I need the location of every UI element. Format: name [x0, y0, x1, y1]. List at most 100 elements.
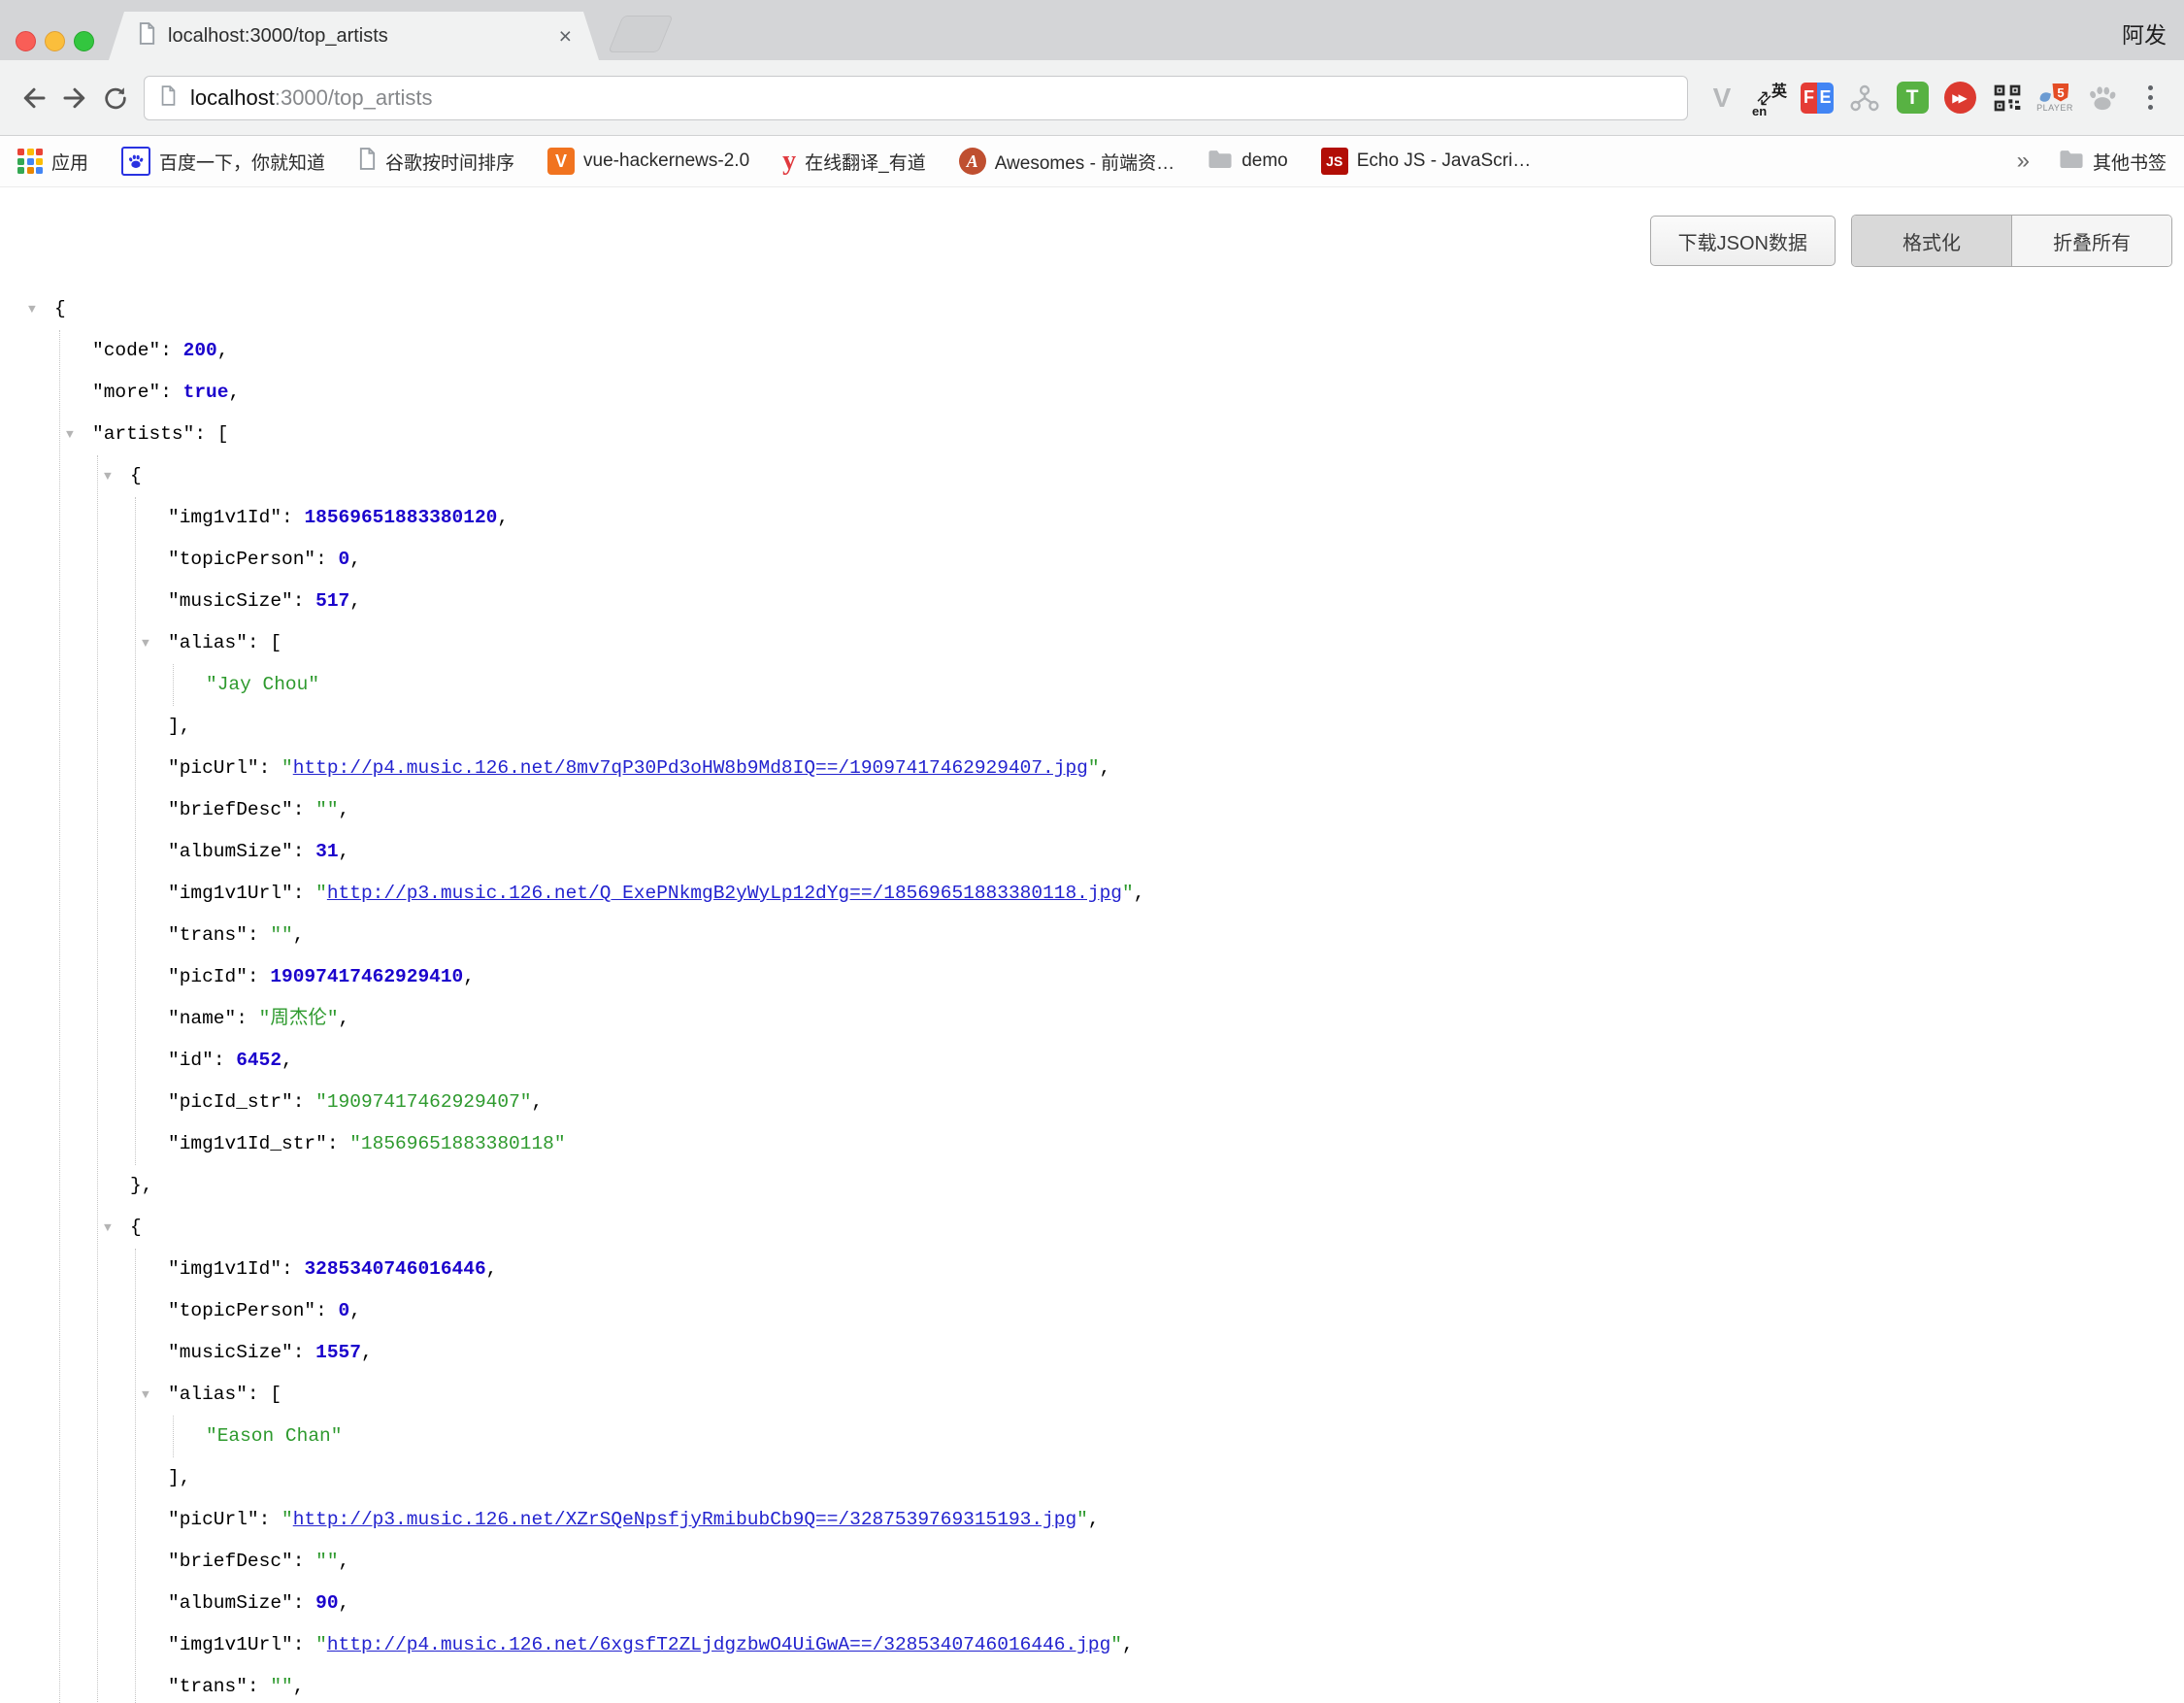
json-line: "picUrl": "http://p4.music.126.net/8mv7q… [168, 748, 2184, 789]
json-line: "picId": 19097417462929410, [168, 956, 2184, 998]
doc-icon [358, 148, 377, 175]
new-tab-button[interactable] [608, 16, 673, 52]
fehelper-extension-icon[interactable]: FE [1797, 77, 1837, 119]
baidu-paw-icon [121, 147, 150, 176]
json-line: "Eason Chan" [206, 1416, 2184, 1457]
fullscreen-window-button[interactable] [74, 31, 94, 51]
json-line: "musicSize": 1557, [168, 1332, 2184, 1374]
bookmark-vue-hackernews[interactable]: V vue-hackernews-2.0 [547, 148, 749, 175]
json-link[interactable]: http://p3.music.126.net/Q_ExePNkmgB2yWyL… [327, 883, 1122, 904]
paw-extension-icon[interactable] [2082, 77, 2123, 119]
qrcode-extension-icon[interactable] [1987, 77, 2028, 119]
html5-player-extension-icon[interactable]: 5 PLAYER [2035, 77, 2075, 119]
bookmark-google-sort[interactable]: 谷歌按时间排序 [358, 148, 514, 175]
minimize-window-button[interactable] [45, 31, 65, 51]
json-line: "picUrl": "http://p3.music.126.net/XZrSQ… [168, 1499, 2184, 1541]
collapse-triangle-icon[interactable]: ▼ [66, 414, 74, 455]
json-line: "name": "周杰伦", [168, 998, 2184, 1040]
url-path: :3000/top_artists [275, 85, 433, 110]
bird-icon [2039, 90, 2051, 102]
json-line: "img1v1Id": 3285340746016446, [168, 1249, 2184, 1290]
json-line: "img1v1Url": "http://p3.music.126.net/Q_… [168, 873, 2184, 915]
reload-button[interactable] [95, 78, 136, 118]
json-line: ▼{ [130, 455, 2184, 497]
json-line: "img1v1Url": "http://p4.music.126.net/6x… [168, 1624, 2184, 1666]
json-line: "briefDesc": "", [168, 789, 2184, 831]
json-line: "musicSize": 517, [168, 581, 2184, 622]
folder-icon [2059, 149, 2084, 174]
collapse-triangle-icon[interactable]: ▼ [104, 455, 112, 497]
tab-close-icon[interactable]: × [557, 25, 574, 48]
tampermonkey-extension-icon[interactable]: T [1892, 77, 1933, 119]
json-line: "briefDesc": "", [168, 1541, 2184, 1583]
apps-grid-icon [17, 149, 43, 174]
collapse-all-button[interactable]: 折叠所有 [2012, 216, 2171, 266]
collapse-triangle-icon[interactable]: ▼ [28, 288, 36, 330]
json-line: "img1v1Id": 18569651883380120, [168, 497, 2184, 539]
browser-toolbar: localhost:3000/top_artists V ⇄ 英 en FE T… [0, 60, 2184, 136]
sitemap-extension-icon[interactable] [1844, 77, 1885, 119]
json-line: ], [168, 1457, 2184, 1499]
bookmark-youdao-translate[interactable]: y 在线翻译_有道 [782, 146, 926, 177]
json-line: ▼{ [130, 1207, 2184, 1249]
vue-devtools-extension-icon[interactable]: V [1702, 77, 1742, 119]
page-favicon-icon [138, 22, 156, 50]
page-content: 下载JSON数据 格式化 折叠所有 ▼{"code": 200,"more": … [0, 187, 2184, 1703]
bookmark-demo-folder[interactable]: demo [1208, 149, 1288, 174]
page-icon [160, 85, 177, 111]
bookmarks-bar: 应用 百度一下，你就知道 谷歌按时间排序 V vue-hackernews-2.… [0, 136, 2184, 187]
echojs-icon: JS [1321, 148, 1348, 175]
json-line: "img1v1Id_str": "18569651883380118" [168, 1123, 2184, 1165]
json-line: "topicPerson": 0, [168, 539, 2184, 581]
bookmark-echojs[interactable]: JS Echo JS - JavaScri… [1321, 148, 1532, 175]
tab-title: localhost:3000/top_artists [168, 25, 388, 48]
json-line: ▼"alias": [ [168, 622, 2184, 664]
json-line: "trans": "", [168, 915, 2184, 956]
json-line: ▼{ [54, 288, 2184, 330]
json-line: ▼"artists": [ [92, 414, 2184, 455]
bookmark-awesomes[interactable]: A Awesomes - 前端资… [959, 148, 1175, 175]
address-bar[interactable]: localhost:3000/top_artists [144, 76, 1688, 120]
view-mode-group: 格式化 折叠所有 [1851, 215, 2172, 267]
json-link[interactable]: http://p4.music.126.net/8mv7qP30Pd3oHW8b… [293, 757, 1088, 779]
json-line: ], [168, 706, 2184, 748]
browser-menu-icon[interactable] [2130, 77, 2170, 119]
json-line: "picId_str": "19097417462929407", [168, 1082, 2184, 1123]
browser-tab[interactable]: localhost:3000/top_artists × [109, 12, 599, 60]
close-window-button[interactable] [16, 31, 36, 51]
video-speed-extension-icon[interactable]: ▶▶ [1939, 77, 1980, 119]
collapse-triangle-icon[interactable]: ▼ [104, 1207, 112, 1249]
json-line: "Jay Chou" [206, 664, 2184, 706]
extensions-row: V ⇄ 英 en FE T ▶▶ 5 PLAYER [1702, 77, 2170, 119]
json-line: "albumSize": 90, [168, 1583, 2184, 1624]
bookmark-apps[interactable]: 应用 [17, 149, 88, 175]
json-line: "more": true, [92, 372, 2184, 414]
json-line: "trans": "", [168, 1666, 2184, 1703]
tab-strip: localhost:3000/top_artists × 阿发 [0, 0, 2184, 60]
json-viewer-controls: 下载JSON数据 格式化 折叠所有 [0, 187, 2184, 267]
vue-icon: V [547, 148, 575, 175]
profile-name: 阿发 [2122, 17, 2167, 50]
collapse-triangle-icon[interactable]: ▼ [142, 622, 149, 664]
json-line: "code": 200, [92, 330, 2184, 372]
json-line: "albumSize": 31, [168, 831, 2184, 873]
json-link[interactable]: http://p4.music.126.net/6xgsfT2ZLjdgzbwO… [327, 1634, 1110, 1655]
other-bookmarks-folder[interactable]: 其他书签 [2059, 149, 2167, 175]
url-host: localhost [190, 85, 275, 110]
download-json-button[interactable]: 下载JSON数据 [1650, 216, 1836, 266]
format-button[interactable]: 格式化 [1852, 216, 2012, 266]
back-button[interactable] [14, 78, 54, 118]
json-link[interactable]: http://p3.music.126.net/XZrSQeNpsfjyRmib… [293, 1509, 1076, 1530]
json-line: "id": 6452, [168, 1040, 2184, 1082]
forward-button[interactable] [54, 78, 95, 118]
folder-icon [1208, 149, 1233, 174]
youdao-icon: y [782, 146, 796, 177]
collapse-triangle-icon[interactable]: ▼ [142, 1374, 149, 1416]
bookmarks-overflow-chevron[interactable]: » [2017, 148, 2030, 175]
json-line: ▼"alias": [ [168, 1374, 2184, 1416]
translate-extension-icon[interactable]: ⇄ 英 en [1749, 77, 1790, 119]
url-text: localhost:3000/top_artists [190, 85, 433, 111]
awesomes-icon: A [959, 148, 986, 175]
json-line: }, [130, 1165, 2184, 1207]
bookmark-baidu[interactable]: 百度一下，你就知道 [121, 147, 325, 176]
